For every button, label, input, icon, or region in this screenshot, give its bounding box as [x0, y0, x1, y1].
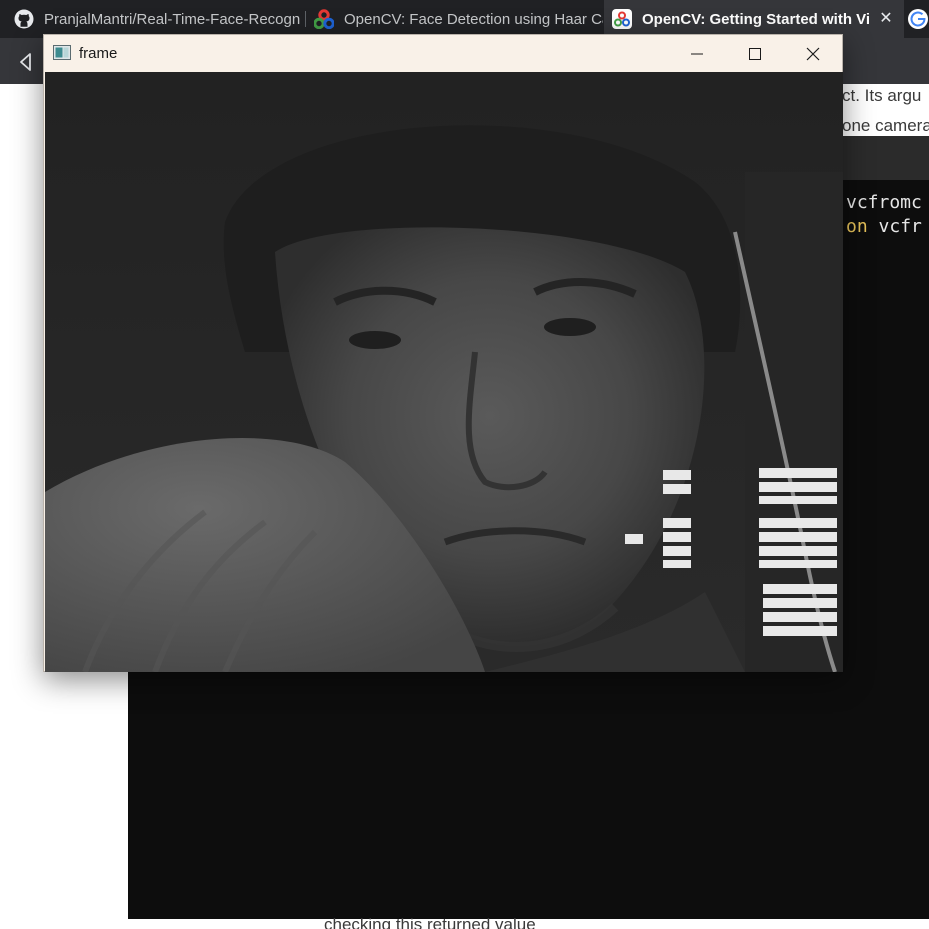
frame-window[interactable]: frame — [43, 34, 843, 672]
tab-face-detection[interactable]: OpenCV: Face Detection using Haar Ca — [308, 0, 603, 38]
browser-tab-strip: PranjalMantri/Real-Time-Face-Recogni Ope… — [0, 0, 929, 38]
image-window-icon — [53, 45, 71, 60]
tab-label: OpenCV: Getting Started with Vid — [642, 10, 870, 28]
tab-github-repo[interactable]: PranjalMantri/Real-Time-Face-Recogni — [0, 0, 300, 38]
close-icon[interactable] — [784, 35, 842, 72]
tab-getting-started-video[interactable]: OpenCV: Getting Started with Vid ✕ — [604, 0, 904, 38]
code-text: vcfr — [867, 216, 922, 237]
doc-paragraph-text: checking this returned value — [324, 915, 536, 929]
code-line: vcfromc — [846, 192, 922, 213]
frame-window-title: frame — [79, 45, 118, 62]
code-line: on vcfr — [846, 216, 922, 237]
tab-label: OpenCV: Face Detection using Haar Ca — [344, 10, 603, 28]
back-arrow-icon[interactable] — [14, 50, 38, 74]
doc-paragraph-text: ct. Its argu — [842, 86, 922, 105]
opencv-icon — [314, 9, 334, 29]
minimize-icon[interactable] — [668, 35, 726, 72]
doc-paragraph-text: one camera — [842, 116, 929, 135]
code-block-header — [842, 136, 929, 180]
opencv-icon — [612, 9, 632, 29]
frame-titlebar[interactable]: frame — [44, 35, 842, 72]
maximize-icon[interactable] — [726, 35, 784, 72]
webcam-frame-image — [45, 72, 843, 672]
tab-google[interactable] — [906, 0, 929, 38]
tab-separator — [305, 11, 306, 27]
tab-label: PranjalMantri/Real-Time-Face-Recogni — [44, 10, 300, 28]
close-tab-icon[interactable]: ✕ — [876, 9, 896, 29]
code-keyword: on — [846, 216, 868, 237]
github-icon — [14, 9, 34, 29]
google-icon — [908, 9, 928, 29]
